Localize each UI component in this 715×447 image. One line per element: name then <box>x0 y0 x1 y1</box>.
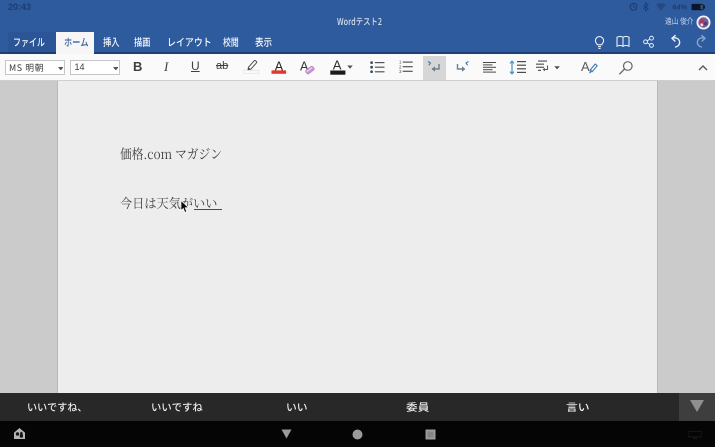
svg-text:3: 3 <box>399 69 402 73</box>
svg-text:A: A <box>333 58 342 73</box>
svg-text:64%: 64% <box>673 2 688 11</box>
svg-text:A: A <box>581 59 590 74</box>
